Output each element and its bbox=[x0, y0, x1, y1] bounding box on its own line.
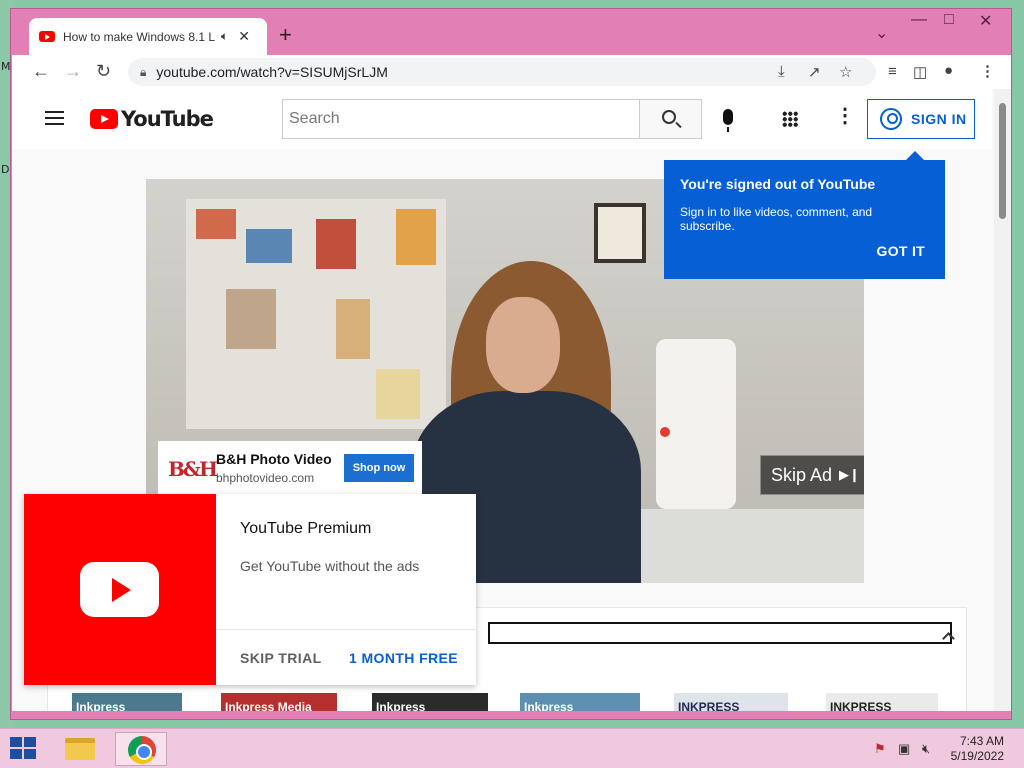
skip-ad-label: Skip Ad bbox=[771, 464, 833, 485]
advertiser-name: B&H Photo Video bbox=[216, 451, 332, 467]
clock-time: 7:43 AM bbox=[959, 734, 1004, 748]
skip-icon: ▶❙ bbox=[839, 467, 860, 482]
shop-now-button[interactable]: Shop now bbox=[344, 454, 414, 482]
account-icon bbox=[880, 108, 902, 130]
minimize-icon[interactable]: — bbox=[911, 11, 927, 29]
tab-search-icon[interactable]: ⌄ bbox=[875, 23, 888, 43]
video-scene-desk bbox=[626, 509, 864, 583]
thumbnail[interactable]: INKPRESS bbox=[826, 693, 938, 711]
youtube-logo-text: YouTube bbox=[121, 107, 214, 131]
file-explorer-icon[interactable] bbox=[54, 732, 106, 766]
tooltip-body: Sign in to like videos, comment, and sub… bbox=[680, 205, 873, 233]
video-scene-wall bbox=[186, 199, 446, 429]
star-icon[interactable]: ☆ bbox=[839, 63, 852, 81]
search-input[interactable] bbox=[282, 99, 639, 139]
youtube-header: YouTube ⋮ SIGN IN bbox=[12, 89, 992, 149]
taskbar: ⚑ ▣ 🔇︎ 7:43 AM 5/19/2022 bbox=[0, 728, 1024, 768]
profile-icon[interactable]: ● bbox=[944, 62, 953, 79]
got-it-button[interactable]: GOT IT bbox=[877, 243, 925, 259]
speaker-icon[interactable]: 🔈︎ bbox=[221, 29, 228, 44]
tab-strip: How to make Windows 8.1 L 🔈︎ ✕ + ⌄ — □ ✕ bbox=[11, 9, 1011, 55]
video-scene-frame bbox=[594, 203, 646, 263]
free-trial-button[interactable]: 1 MONTH FREE bbox=[349, 650, 458, 666]
scrollbar-thumb[interactable] bbox=[999, 103, 1006, 219]
tooltip-title: You're signed out of YouTube bbox=[680, 176, 876, 192]
thumbnail-label: INKPRESS bbox=[830, 700, 892, 711]
youtube-favicon-icon bbox=[39, 31, 55, 42]
thumbnail[interactable]: Inkpress bbox=[372, 693, 488, 711]
thumbnail[interactable]: Inkpress bbox=[72, 693, 182, 711]
share-icon[interactable]: ↗ bbox=[808, 63, 821, 81]
promo-divider bbox=[216, 629, 476, 630]
apps-icon[interactable] bbox=[782, 111, 798, 127]
skip-trial-button[interactable]: SKIP TRIAL bbox=[240, 650, 322, 666]
forward-icon[interactable]: → bbox=[64, 61, 82, 81]
thumbnail-label: Inkpress bbox=[376, 700, 426, 711]
clock-date: 5/19/2022 bbox=[950, 749, 1004, 763]
mic-icon[interactable] bbox=[723, 109, 733, 132]
new-tab-button[interactable]: + bbox=[279, 24, 292, 46]
page-scrollbar[interactable] bbox=[994, 89, 1011, 711]
system-clock[interactable]: 7:43 AM 5/19/2022 bbox=[951, 734, 1004, 764]
menu-icon[interactable]: ⋮ bbox=[980, 62, 995, 80]
chrome-icon[interactable] bbox=[115, 732, 167, 766]
thumbnail-label: Inkpress bbox=[76, 700, 126, 711]
promo-description: Get YouTube without the ads bbox=[240, 558, 420, 574]
volume-muted-icon[interactable]: 🔇︎ bbox=[922, 741, 930, 757]
search-icon bbox=[662, 110, 676, 124]
search-button[interactable] bbox=[639, 99, 702, 139]
skip-ad-button[interactable]: Skip Ad ▶❙ bbox=[760, 455, 864, 495]
advertiser-logo: B&H bbox=[168, 449, 218, 487]
video-scene-person-face bbox=[486, 297, 560, 393]
flag-icon[interactable]: ⚑ bbox=[874, 741, 886, 757]
download-icon[interactable]: ⤓ bbox=[778, 63, 785, 80]
reload-icon[interactable]: ↻ bbox=[96, 61, 111, 81]
thumbnail[interactable]: INKPRESS bbox=[674, 693, 788, 711]
close-icon[interactable]: ✕ bbox=[238, 28, 250, 45]
windows-start-icon[interactable] bbox=[10, 737, 38, 761]
video-scene-light bbox=[660, 427, 670, 437]
youtube-play-icon bbox=[80, 562, 159, 617]
advertiser-logo-text: B&H bbox=[168, 457, 218, 481]
address-bar[interactable]: 🔒︎ youtube.com/watch?v=SISUMjSrLJM ⤓ ↗ ☆ bbox=[128, 58, 876, 86]
close-window-icon[interactable]: ✕ bbox=[979, 11, 992, 31]
thumbnail-label: INKPRESS bbox=[678, 700, 740, 711]
back-icon[interactable]: ← bbox=[32, 61, 50, 81]
youtube-logo[interactable]: YouTube bbox=[90, 107, 214, 131]
network-icon[interactable]: ▣ bbox=[898, 741, 910, 757]
maximize-icon[interactable]: □ bbox=[944, 11, 954, 29]
thumbnail[interactable]: Inkpress bbox=[520, 693, 640, 711]
signed-out-tooltip: You're signed out of YouTube Sign in to … bbox=[664, 151, 945, 279]
playlist-icon[interactable]: ≡ bbox=[888, 63, 897, 80]
promo-art bbox=[24, 494, 216, 685]
browser-toolbar: ← → ↻ 🔒︎ youtube.com/watch?v=SISUMjSrLJM… bbox=[12, 55, 1011, 89]
promo-title: YouTube Premium bbox=[240, 520, 372, 537]
sign-in-button[interactable]: SIGN IN bbox=[867, 99, 975, 139]
browser-tab[interactable]: How to make Windows 8.1 L 🔈︎ ✕ bbox=[29, 18, 267, 55]
sign-in-label: SIGN IN bbox=[911, 111, 967, 127]
more-icon[interactable]: ⋮ bbox=[835, 106, 855, 126]
ad-text: B&H Photo Video bhphotovideo.com bbox=[216, 451, 332, 485]
url-text: youtube.com/watch?v=SISUMjSrLJM bbox=[156, 64, 388, 80]
tab-title: How to make Windows 8.1 L bbox=[63, 29, 215, 44]
desktop-icon-fragment: D bbox=[1, 163, 10, 176]
lock-icon: 🔒︎ bbox=[140, 64, 147, 79]
side-panel-icon[interactable]: ◫ bbox=[913, 63, 927, 81]
thumbnail-label: Inkpress Media bbox=[225, 700, 312, 711]
video-scene-microscope bbox=[656, 339, 736, 509]
chapter-input-box[interactable] bbox=[488, 622, 952, 644]
youtube-logo-icon bbox=[90, 109, 118, 129]
ad-card[interactable]: B&H B&H Photo Video bhphotovideo.com Sho… bbox=[158, 441, 422, 495]
thumbnail[interactable]: Inkpress Media bbox=[221, 693, 337, 711]
advertiser-domain: bhphotovideo.com bbox=[216, 471, 315, 485]
guide-menu-icon[interactable] bbox=[45, 111, 64, 125]
premium-promo-dialog: YouTube Premium Get YouTube without the … bbox=[24, 494, 476, 685]
thumbnail-label: Inkpress bbox=[524, 700, 574, 711]
